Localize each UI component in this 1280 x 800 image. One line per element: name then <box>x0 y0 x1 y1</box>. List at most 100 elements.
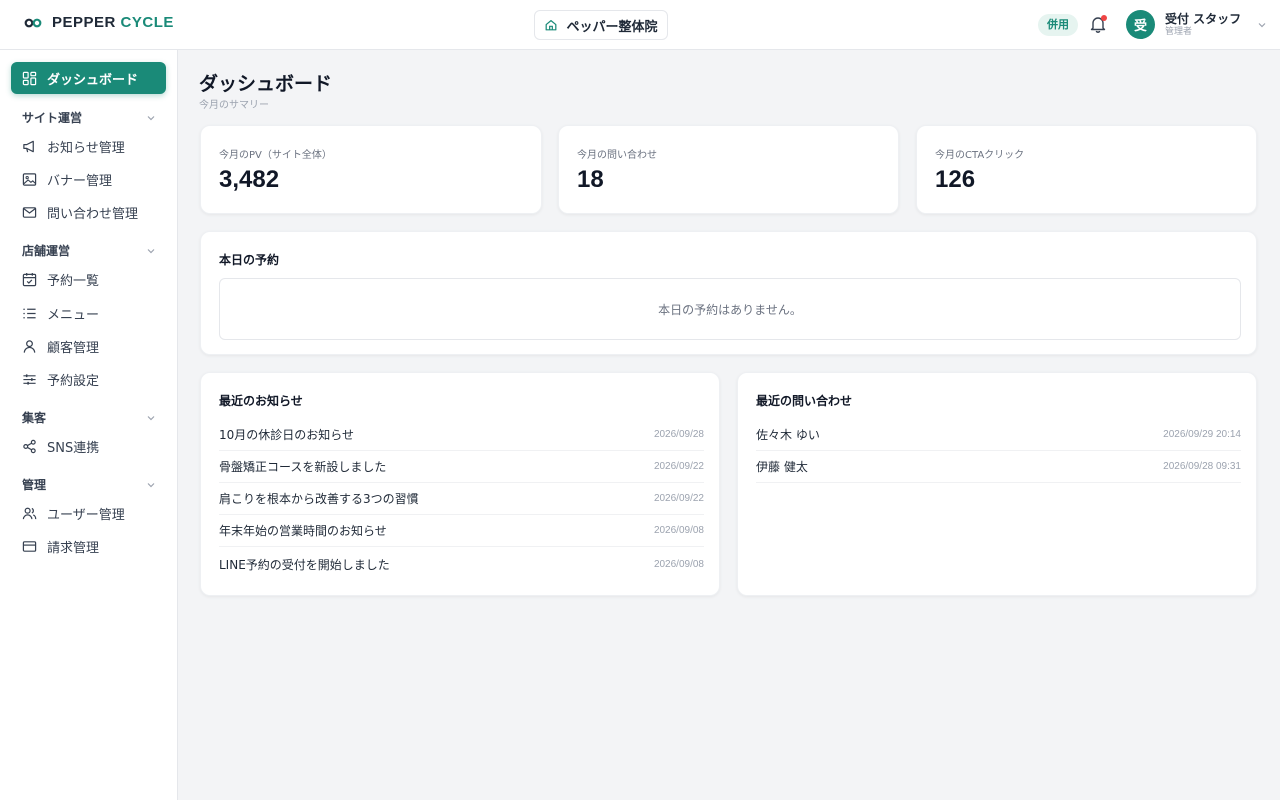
sidebar-item-dashboard[interactable]: ダッシュボード <box>11 62 166 94</box>
news-date: 2026/09/08 <box>653 525 704 536</box>
inquiry-date: 2026/09/28 09:31 <box>1163 461 1241 472</box>
list-item[interactable]: 伊藤 健太 2026/09/28 09:31 <box>756 451 1241 483</box>
logo-infinity-icon <box>24 18 42 27</box>
list-icon <box>23 308 36 318</box>
recent-inquiries-card: 最近の問い合わせ 佐々木 ゆい 2026/09/29 20:14 伊藤 健太 2… <box>737 372 1257 596</box>
sidebar-item-customers[interactable]: 顧客管理 <box>22 336 162 356</box>
section-site-operations[interactable]: サイト運営 <box>22 109 156 126</box>
stat-label: 今月のPV（サイト全体） <box>219 150 332 161</box>
inquiry-date: 2026/09/29 20:14 <box>1163 429 1241 440</box>
list-item[interactable]: 年末年始の営業時間のお知らせ 2026/09/08 <box>219 515 704 547</box>
user-icon <box>23 339 36 353</box>
sidebar-item-label: メニュー <box>47 307 100 323</box>
share-icon <box>23 439 36 453</box>
news-date: 2026/09/22 <box>653 461 704 472</box>
page-subtitle: 今月のサマリー <box>199 100 269 111</box>
card-title: 最近の問い合わせ <box>756 394 853 408</box>
inquiry-name: 伊藤 健太 <box>756 460 808 474</box>
sidebar-item-label: 予約一覧 <box>47 273 100 289</box>
empty-state: 本日の予約はありません。 <box>219 278 1241 340</box>
card-title: 最近のお知らせ <box>219 394 303 408</box>
stat-value: 126 <box>935 166 976 193</box>
sidebar-item-sns[interactable]: SNS連携 <box>22 436 162 456</box>
image-icon <box>22 172 37 186</box>
user-name: 受付 スタッフ <box>1165 11 1242 26</box>
section-title: 管理 <box>22 478 47 492</box>
stat-card-pv: 今月のPV（サイト全体） 3,482 <box>200 125 542 214</box>
news-title: 肩こりを根本から改善する3つの習慣 <box>219 492 419 506</box>
chevron-down-icon <box>147 248 155 253</box>
calendar-check-icon <box>22 272 37 286</box>
sidebar-item-banners[interactable]: バナー管理 <box>22 169 162 189</box>
card-title: 本日の予約 <box>219 253 280 267</box>
notification-dot <box>1101 15 1107 21</box>
mail-icon <box>22 206 37 218</box>
news-title: 骨盤矯正コースを新設しました <box>219 460 387 474</box>
section-marketing[interactable]: 集客 <box>22 409 156 426</box>
stat-card-cta: 今月のCTAクリック 126 <box>916 125 1257 214</box>
inquiry-name: 佐々木 ゆい <box>756 428 820 442</box>
page-title: ダッシュボード <box>199 73 333 95</box>
user-menu[interactable]: 受 受付 スタッフ 管理者 <box>1126 10 1267 39</box>
stat-value: 18 <box>577 166 604 193</box>
sidebar-item-reservation-settings[interactable]: 予約設定 <box>22 369 162 389</box>
sidebar-item-news[interactable]: お知らせ管理 <box>22 136 162 156</box>
users-icon <box>22 507 37 519</box>
news-title: 年末年始の営業時間のお知らせ <box>219 524 387 538</box>
sidebar-item-label: バナー管理 <box>47 173 113 189</box>
stat-label: 今月のCTAクリック <box>935 150 1025 161</box>
sidebar-item-label: 予約設定 <box>47 373 100 389</box>
chevron-down-icon <box>147 115 155 120</box>
news-date: 2026/09/22 <box>653 493 704 504</box>
dashboard-grid-icon <box>22 71 37 85</box>
sidebar-item-inquiries[interactable]: 問い合わせ管理 <box>22 202 162 222</box>
list-item[interactable]: 佐々木 ゆい 2026/09/29 20:14 <box>756 419 1241 451</box>
home-icon <box>546 20 557 31</box>
chevron-down-icon <box>147 482 155 487</box>
section-title: 店舗運営 <box>22 244 71 258</box>
mode-badge: 併用 <box>1038 14 1078 36</box>
section-title: 集客 <box>22 411 47 425</box>
sidebar-item-label: お知らせ管理 <box>47 140 125 156</box>
chevron-down-icon <box>147 415 155 420</box>
sidebar-item-menu[interactable]: メニュー <box>22 303 162 323</box>
today-reservations-card: 本日の予約 本日の予約はありません。 <box>200 231 1257 355</box>
section-title: サイト運営 <box>22 111 83 125</box>
sidebar-item-label: ダッシュボード <box>47 72 139 88</box>
section-admin[interactable]: 管理 <box>22 476 156 493</box>
store-selector-button[interactable]: ペッパー整体院 <box>534 10 668 40</box>
stat-label: 今月の問い合わせ <box>577 150 657 161</box>
app-logo[interactable]: PEPPER CYCLE <box>24 14 174 31</box>
user-role: 管理者 <box>1165 26 1193 37</box>
sidebar-item-billing[interactable]: 請求管理 <box>22 536 162 556</box>
stat-card-inquiries: 今月の問い合わせ 18 <box>558 125 899 214</box>
chevron-down-icon <box>1258 22 1266 27</box>
list-item[interactable]: 骨盤矯正コースを新設しました 2026/09/22 <box>219 451 704 483</box>
list-item[interactable]: 10月の休診日のお知らせ 2026/09/28 <box>219 419 704 451</box>
sidebar: ダッシュボード サイト運営 お知らせ管理 バナー管理 問い合わせ管理 店舗運営 <box>0 50 178 800</box>
top-header: PEPPER CYCLE ペッパー整体院 併用 受 受付 スタッフ 管理者 <box>0 0 1280 50</box>
sidebar-item-label: 顧客管理 <box>47 340 100 356</box>
logo-text: PEPPER CYCLE <box>52 14 174 31</box>
list-item[interactable]: 肩こりを根本から改善する3つの習慣 2026/09/22 <box>219 483 704 515</box>
list-item[interactable]: LINE予約の受付を開始しました 2026/09/08 <box>219 548 704 580</box>
sidebar-item-label: 問い合わせ管理 <box>47 206 139 222</box>
store-name: ペッパー整体院 <box>566 19 658 35</box>
recent-news-card: 最近のお知らせ 10月の休診日のお知らせ 2026/09/28 骨盤矯正コースを… <box>200 372 720 596</box>
news-title: LINE予約の受付を開始しました <box>219 557 390 572</box>
megaphone-icon <box>23 140 34 152</box>
news-date: 2026/09/28 <box>653 429 704 440</box>
credit-card-icon <box>22 540 37 552</box>
sidebar-item-label: 請求管理 <box>47 540 100 556</box>
sidebar-item-reservations[interactable]: 予約一覧 <box>22 269 162 289</box>
sliders-icon <box>23 373 36 385</box>
stat-value: 3,482 <box>219 166 280 193</box>
notification-button[interactable] <box>1088 14 1108 34</box>
news-title: 10月の休診日のお知らせ <box>219 428 355 442</box>
avatar: 受 <box>1126 10 1155 39</box>
news-date: 2026/09/08 <box>653 558 704 570</box>
sidebar-item-users[interactable]: ユーザー管理 <box>22 503 162 523</box>
section-store-operations[interactable]: 店舗運営 <box>22 242 156 259</box>
sidebar-item-label: ユーザー管理 <box>47 507 125 523</box>
sidebar-item-label: SNS連携 <box>47 440 100 456</box>
